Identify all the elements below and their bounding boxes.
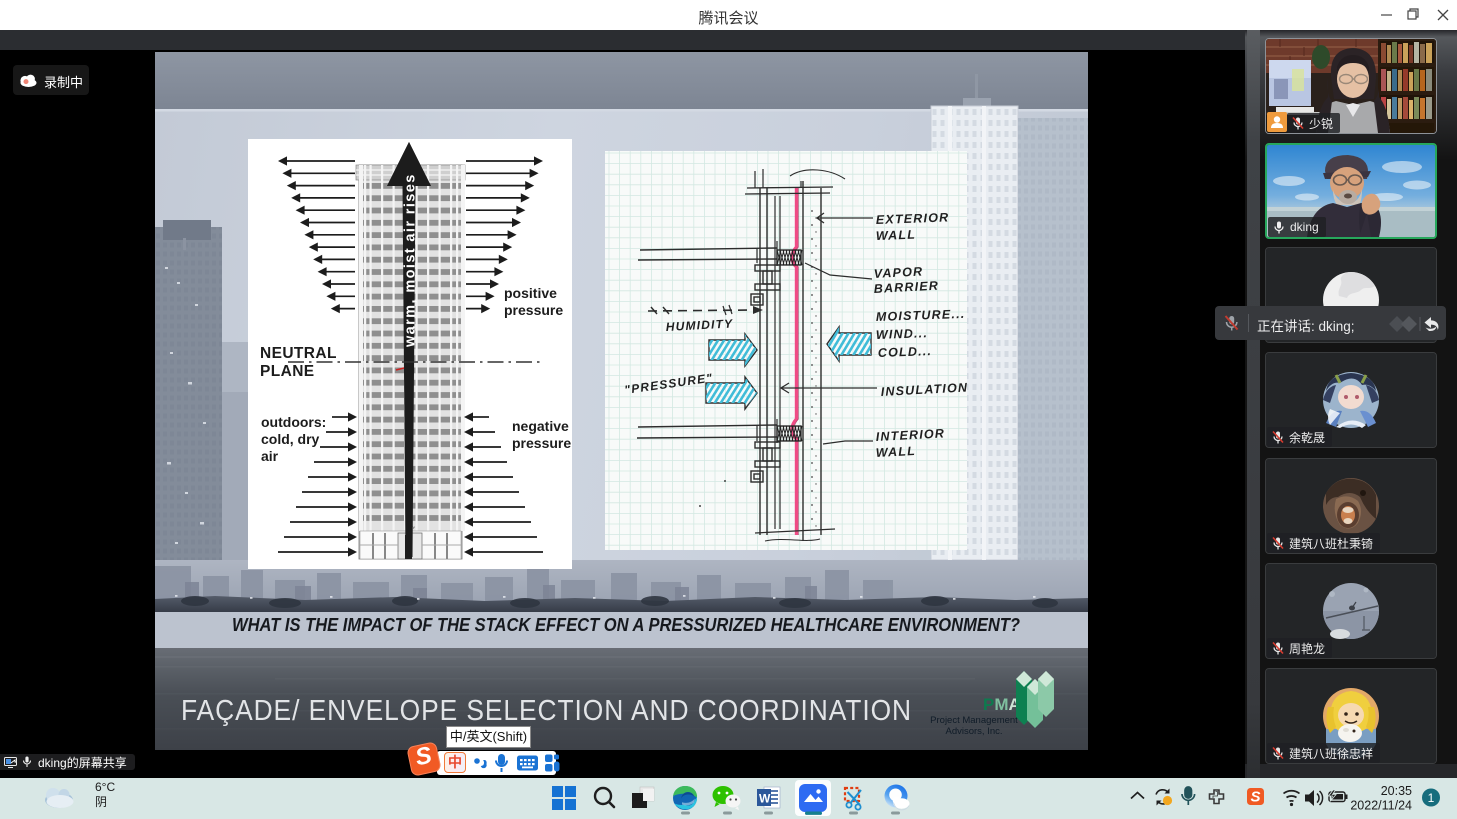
svg-text:WALL: WALL xyxy=(876,228,917,243)
svg-text:WALL: WALL xyxy=(875,444,916,460)
svg-text:WIND...: WIND... xyxy=(876,326,929,342)
svg-text:S: S xyxy=(1250,789,1260,806)
svg-text:warm, moist air rises: warm, moist air rises xyxy=(403,173,419,348)
svg-text:1: 1 xyxy=(1428,791,1435,805)
svg-text:6°C: 6°C xyxy=(95,780,115,794)
svg-text:pressure: pressure xyxy=(504,302,563,318)
svg-text:COLD...: COLD... xyxy=(878,344,933,360)
svg-text:PLANE: PLANE xyxy=(260,363,315,380)
svg-text:pressure: pressure xyxy=(512,435,571,451)
svg-text:W: W xyxy=(759,792,771,806)
svg-text:outdoors:: outdoors: xyxy=(261,414,326,430)
svg-text:VAPOR: VAPOR xyxy=(873,264,923,281)
svg-text:Project Management: Project Management xyxy=(930,715,1018,726)
svg-text:FAÇADE/ ENVELOPE SELECTION AND: FAÇADE/ ENVELOPE SELECTION AND COORDINAT… xyxy=(181,695,912,727)
svg-text:cold, dry: cold, dry xyxy=(261,431,320,447)
svg-text:positive: positive xyxy=(504,285,557,301)
svg-text:air: air xyxy=(261,448,279,464)
svg-text:NEUTRAL: NEUTRAL xyxy=(260,345,337,362)
svg-text:20:35: 20:35 xyxy=(1381,784,1412,798)
svg-text:negative: negative xyxy=(512,418,569,434)
svg-text:Advisors, Inc.: Advisors, Inc. xyxy=(945,726,1002,737)
svg-text:PMA: PMA xyxy=(983,695,1021,714)
svg-text:EXTERIOR: EXTERIOR xyxy=(876,210,950,227)
svg-text:2022/11/24: 2022/11/24 xyxy=(1350,799,1412,813)
svg-text:阴: 阴 xyxy=(95,795,107,809)
svg-text:WHAT IS THE IMPACT OF THE STAC: WHAT IS THE IMPACT OF THE STACK EFFECT O… xyxy=(232,615,1020,635)
